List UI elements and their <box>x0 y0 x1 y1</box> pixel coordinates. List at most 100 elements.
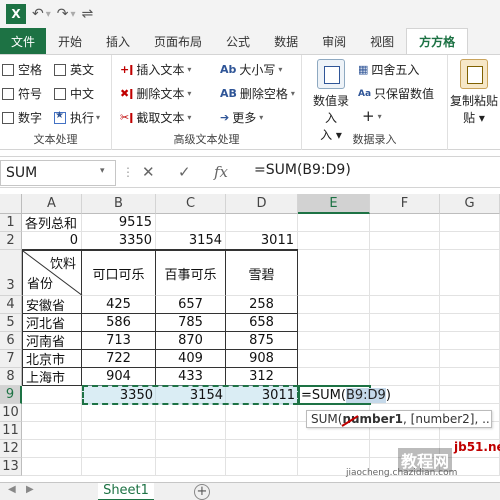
grid-cell[interactable] <box>22 386 82 404</box>
row-header[interactable]: 7 <box>0 350 22 368</box>
grid-cell[interactable] <box>370 368 440 386</box>
cell-d3[interactable]: 雪碧 <box>226 251 298 296</box>
cell-b8[interactable]: 904 <box>82 368 156 386</box>
grid-cell[interactable] <box>82 440 156 458</box>
cell-c5[interactable]: 785 <box>156 314 226 332</box>
tab-page-layout[interactable]: 页面布局 <box>142 28 214 54</box>
tab-home[interactable]: 开始 <box>46 28 94 54</box>
cell-e9-formula[interactable]: =SUM(B9:D9) <box>300 386 400 404</box>
checkbox-space[interactable]: 空格 <box>2 61 42 78</box>
grid-cell[interactable] <box>156 404 226 422</box>
select-all-corner[interactable] <box>0 194 22 214</box>
grid-cell[interactable] <box>440 314 500 332</box>
grid-cell[interactable] <box>440 332 500 350</box>
delete-text-button[interactable]: ✖ǀ 删除文本 ▾ <box>120 85 191 102</box>
cell-a8[interactable]: 上海市 <box>22 368 82 386</box>
row-header[interactable]: 8 <box>0 368 22 386</box>
grid-cell[interactable] <box>22 440 82 458</box>
grid-cell[interactable] <box>370 314 440 332</box>
checkbox-symbol[interactable]: 符号 <box>2 85 42 102</box>
insert-function-icon[interactable]: fx <box>214 163 228 181</box>
row-header[interactable]: 13 <box>0 458 22 476</box>
cell-c9[interactable]: 3154 <box>156 386 226 404</box>
cell-a6[interactable]: 河南省 <box>22 332 82 350</box>
cell-a1[interactable]: 各列总和 <box>22 214 82 232</box>
checkbox-english[interactable]: 英文 <box>54 61 94 78</box>
grid-cell[interactable] <box>440 386 500 404</box>
grid-cell[interactable] <box>226 422 298 440</box>
cell-d8[interactable]: 312 <box>226 368 298 386</box>
cell-d4[interactable]: 258 <box>226 296 298 314</box>
cell-a2[interactable]: 0 <box>22 232 82 250</box>
grid-cell[interactable] <box>156 422 226 440</box>
round-button[interactable]: ▦ 四舍五入 <box>358 61 419 78</box>
row-header[interactable]: 9 <box>0 386 22 404</box>
grid-cell[interactable] <box>370 350 440 368</box>
grid-cell[interactable] <box>156 214 226 232</box>
sheet-prev-icon[interactable]: ◀ <box>8 484 16 495</box>
cell-c8[interactable]: 433 <box>156 368 226 386</box>
cell-c7[interactable]: 409 <box>156 350 226 368</box>
grid-cell[interactable] <box>82 404 156 422</box>
grid-cell[interactable] <box>440 250 500 296</box>
confirm-icon[interactable]: ✓ <box>178 163 191 181</box>
cell-d6[interactable]: 875 <box>226 332 298 350</box>
insert-text-button[interactable]: +ǀ 插入文本 ▾ <box>120 61 191 78</box>
cell-c2[interactable]: 3154 <box>156 232 226 250</box>
grid-cell[interactable] <box>226 458 298 476</box>
cell-c3[interactable]: 百事可乐 <box>156 251 226 296</box>
formula-input[interactable]: =SUM(B9:D9) <box>254 162 351 178</box>
row-header[interactable]: 11 <box>0 422 22 440</box>
row-header[interactable]: 2 <box>0 232 22 250</box>
grid-cell[interactable] <box>156 440 226 458</box>
row-header[interactable]: 10 <box>0 404 22 422</box>
more-button[interactable]: ➔ 更多 ▾ <box>220 109 263 126</box>
grid-cell[interactable] <box>298 368 370 386</box>
sheet-next-icon[interactable]: ▶ <box>26 484 34 495</box>
cell-d2[interactable]: 3011 <box>226 232 298 250</box>
cancel-icon[interactable]: ✕ <box>142 163 155 181</box>
grid-cell[interactable] <box>226 214 298 232</box>
column-header-e[interactable]: E <box>298 194 370 214</box>
grid-cell[interactable] <box>440 232 500 250</box>
checkbox-number[interactable]: 数字 <box>2 109 42 126</box>
column-header-f[interactable]: F <box>370 194 440 214</box>
cell-d7[interactable]: 908 <box>226 350 298 368</box>
extract-text-button[interactable]: ✂ǀ 截取文本 ▾ <box>120 109 191 126</box>
grid-cell[interactable] <box>22 458 82 476</box>
case-button[interactable]: Ab 大小写 ▾ <box>220 61 282 78</box>
cell-d9[interactable]: 3011 <box>226 386 298 404</box>
grid-cell[interactable] <box>440 214 500 232</box>
tab-view[interactable]: 视图 <box>358 28 406 54</box>
cell-b2[interactable]: 3350 <box>82 232 156 250</box>
tab-formulas[interactable]: 公式 <box>214 28 262 54</box>
redo-dropdown-icon[interactable]: ▾ <box>71 3 76 25</box>
grid-cell[interactable] <box>298 350 370 368</box>
cell-a5[interactable]: 河北省 <box>22 314 82 332</box>
row-header[interactable]: 12 <box>0 440 22 458</box>
tab-ffcell[interactable]: 方方格 <box>406 28 469 54</box>
checkbox-chinese[interactable]: 中文 <box>54 85 94 102</box>
tab-data[interactable]: 数据 <box>262 28 310 54</box>
cell-a3-diagonal-header[interactable]: 饮料 省份 <box>22 251 83 296</box>
cell-a7[interactable]: 北京市 <box>22 350 82 368</box>
keep-values-button[interactable]: Aa 只保留数值 <box>358 85 434 102</box>
cell-b4[interactable]: 425 <box>82 296 156 314</box>
undo-icon[interactable]: ↶ <box>32 3 44 25</box>
grid-cell[interactable] <box>22 422 82 440</box>
row-header[interactable]: 5 <box>0 314 22 332</box>
cell-c4[interactable]: 657 <box>156 296 226 314</box>
grid-cell[interactable] <box>298 332 370 350</box>
row-header[interactable]: 6 <box>0 332 22 350</box>
grid-cell[interactable] <box>298 214 370 232</box>
copy-paste-button[interactable]: 复制粘贴 贴 ▾ <box>450 59 498 126</box>
grid-cell[interactable] <box>298 232 370 250</box>
grid-cell[interactable] <box>440 296 500 314</box>
column-header-b[interactable]: B <box>82 194 156 214</box>
redo-icon[interactable]: ↷ <box>57 3 69 25</box>
grid-cell[interactable] <box>440 368 500 386</box>
grid-cell[interactable] <box>156 458 226 476</box>
grid-cell[interactable] <box>370 250 440 296</box>
grid-cell[interactable] <box>226 440 298 458</box>
add-entry-button[interactable]: + ▾ <box>362 107 382 125</box>
